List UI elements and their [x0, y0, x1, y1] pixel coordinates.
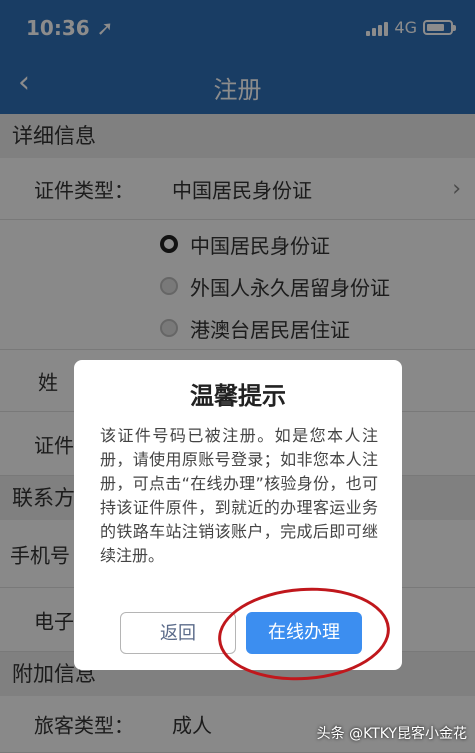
dialog-message: 该证件号码已被注册。如是您本人注册，请使用原账号登录；如非您本人注册，可点击“在… — [100, 426, 378, 565]
watermark: 头条 @KTKY昆客小金花 — [316, 726, 467, 742]
dialog-title: 温馨提示 — [190, 382, 286, 410]
